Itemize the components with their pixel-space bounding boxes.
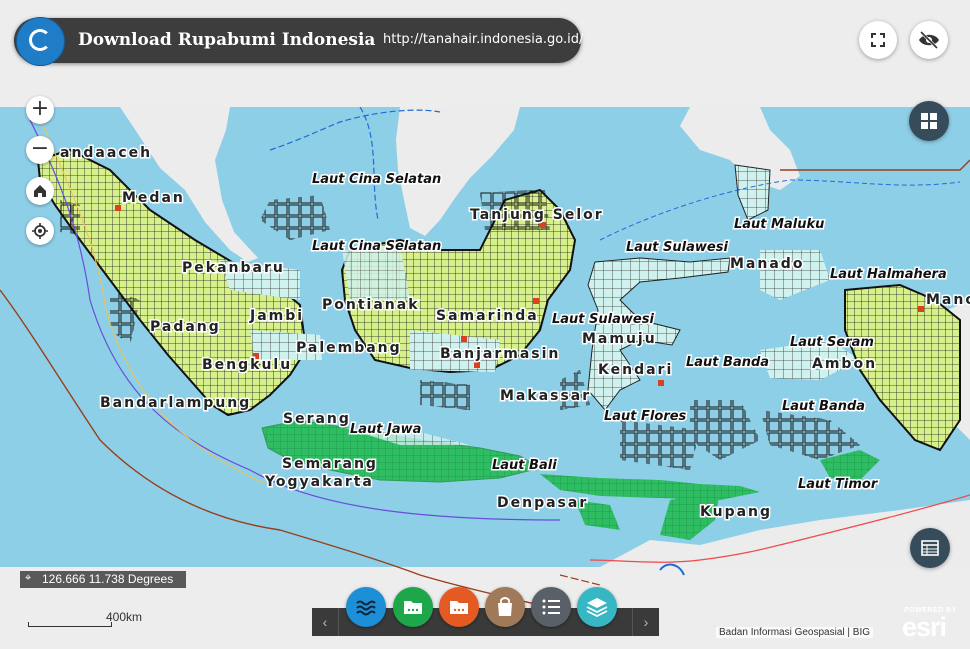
sea-label: Laut Timor xyxy=(798,477,879,492)
city-label: Bengkulu xyxy=(202,357,292,373)
city-label: Pekanbaru xyxy=(182,260,285,276)
sea-label: Laut Cina Selatan xyxy=(312,172,441,187)
zoom-in-button[interactable]: + xyxy=(26,96,54,124)
city-label: Medan xyxy=(122,190,185,206)
fullscreen-button[interactable] xyxy=(859,21,897,59)
coordinate-readout: 126.666 11.738 Degrees xyxy=(42,572,174,586)
sea-label: Laut Flores xyxy=(604,409,687,424)
sea-label: Laut Banda xyxy=(686,355,769,370)
folder-icon xyxy=(450,601,468,614)
home-icon xyxy=(34,185,46,197)
sea-label: Laut Cina Selatan xyxy=(312,239,441,254)
sea-label: Laut Banda xyxy=(782,399,865,414)
locate-icon xyxy=(32,223,48,239)
city-label: Semarang xyxy=(282,456,378,472)
big-logo-icon[interactable] xyxy=(16,17,65,66)
map-view[interactable]: andaaceh Medan Padang Pekanbaru Jambi Bengkul… xyxy=(0,0,970,649)
zoom-out-button[interactable]: − xyxy=(26,136,54,164)
attribute-table-button[interactable] xyxy=(910,528,950,568)
dock-next-button[interactable]: › xyxy=(632,608,659,636)
city-label: Jambi xyxy=(249,308,304,324)
esri-wordmark: esri xyxy=(902,612,947,642)
city-label: andaaceh xyxy=(60,145,152,161)
city-label: Bandarlampung xyxy=(100,395,251,411)
crosshair-icon[interactable]: ⌖ xyxy=(25,572,31,585)
sea-label: Laut Bali xyxy=(492,458,557,473)
city-label: Mamuju xyxy=(582,331,657,347)
eye-off-icon xyxy=(919,30,939,50)
scalebar-label: 400km xyxy=(106,610,143,624)
home-button[interactable] xyxy=(26,177,54,205)
green-folder-button[interactable] xyxy=(393,587,433,627)
city-label: Yogyakarta xyxy=(264,474,374,490)
dock-prev-button[interactable]: ‹ xyxy=(312,608,339,636)
layers-button[interactable] xyxy=(577,587,617,627)
city-label: Palembang xyxy=(296,340,402,356)
city-label: Kupang xyxy=(700,504,772,520)
city-label: Ambon xyxy=(812,356,877,372)
sea-label: Laut Maluku xyxy=(734,217,824,232)
city-label: Padang xyxy=(150,319,221,335)
bag-icon xyxy=(498,597,512,616)
app-header: Download Rupabumi Indonesia http://tanah… xyxy=(14,17,583,66)
orange-folder-button[interactable] xyxy=(439,587,479,627)
city-label: Samarinda xyxy=(436,308,539,324)
city-label: Banjarmasin xyxy=(440,346,560,362)
city-label: Kendari xyxy=(598,362,673,378)
coordinate-widget[interactable]: ⌖ 126.666 11.738 Degrees xyxy=(20,571,186,588)
app-url[interactable]: http://tanahair.indonesia.go.id/ xyxy=(383,32,583,47)
list-icon xyxy=(542,599,560,615)
bag-button[interactable] xyxy=(485,587,525,627)
folder-icon xyxy=(404,601,422,614)
sea-label: Laut Sulawesi xyxy=(552,312,654,327)
city-label: Pontianak xyxy=(322,297,420,313)
toggle-visibility-button[interactable] xyxy=(910,21,948,59)
scalebar xyxy=(28,622,112,627)
city-label: Manado xyxy=(730,256,804,272)
sea-label: Laut Sulawesi xyxy=(626,240,728,255)
layers-icon xyxy=(586,598,608,618)
city-label: Serang xyxy=(283,411,351,427)
fullscreen-icon xyxy=(871,33,885,47)
sea-label: Laut Jawa xyxy=(350,422,421,437)
city-label: Makassar xyxy=(500,388,591,404)
sea-label: Laut Halmahera xyxy=(830,267,947,282)
waves-icon xyxy=(356,600,376,616)
grid-icon xyxy=(921,113,937,129)
table-icon xyxy=(921,540,939,556)
app-title: Download Rupabumi Indonesia xyxy=(78,30,376,50)
basemap-gallery-button[interactable] xyxy=(909,101,949,141)
locate-button[interactable] xyxy=(26,217,54,245)
sea-label: Laut Seram xyxy=(790,335,874,350)
city-label: Tanjung Selor xyxy=(470,207,604,223)
city-label: Manokwari xyxy=(926,292,970,308)
layer-list-button[interactable] xyxy=(531,587,571,627)
attribution[interactable]: Badan Informasi Geospasial | BIG xyxy=(716,627,874,638)
esri-logo[interactable]: POWERED BY esri xyxy=(900,606,964,642)
water-layer-button[interactable] xyxy=(346,587,386,627)
city-label: Denpasar xyxy=(497,495,588,511)
